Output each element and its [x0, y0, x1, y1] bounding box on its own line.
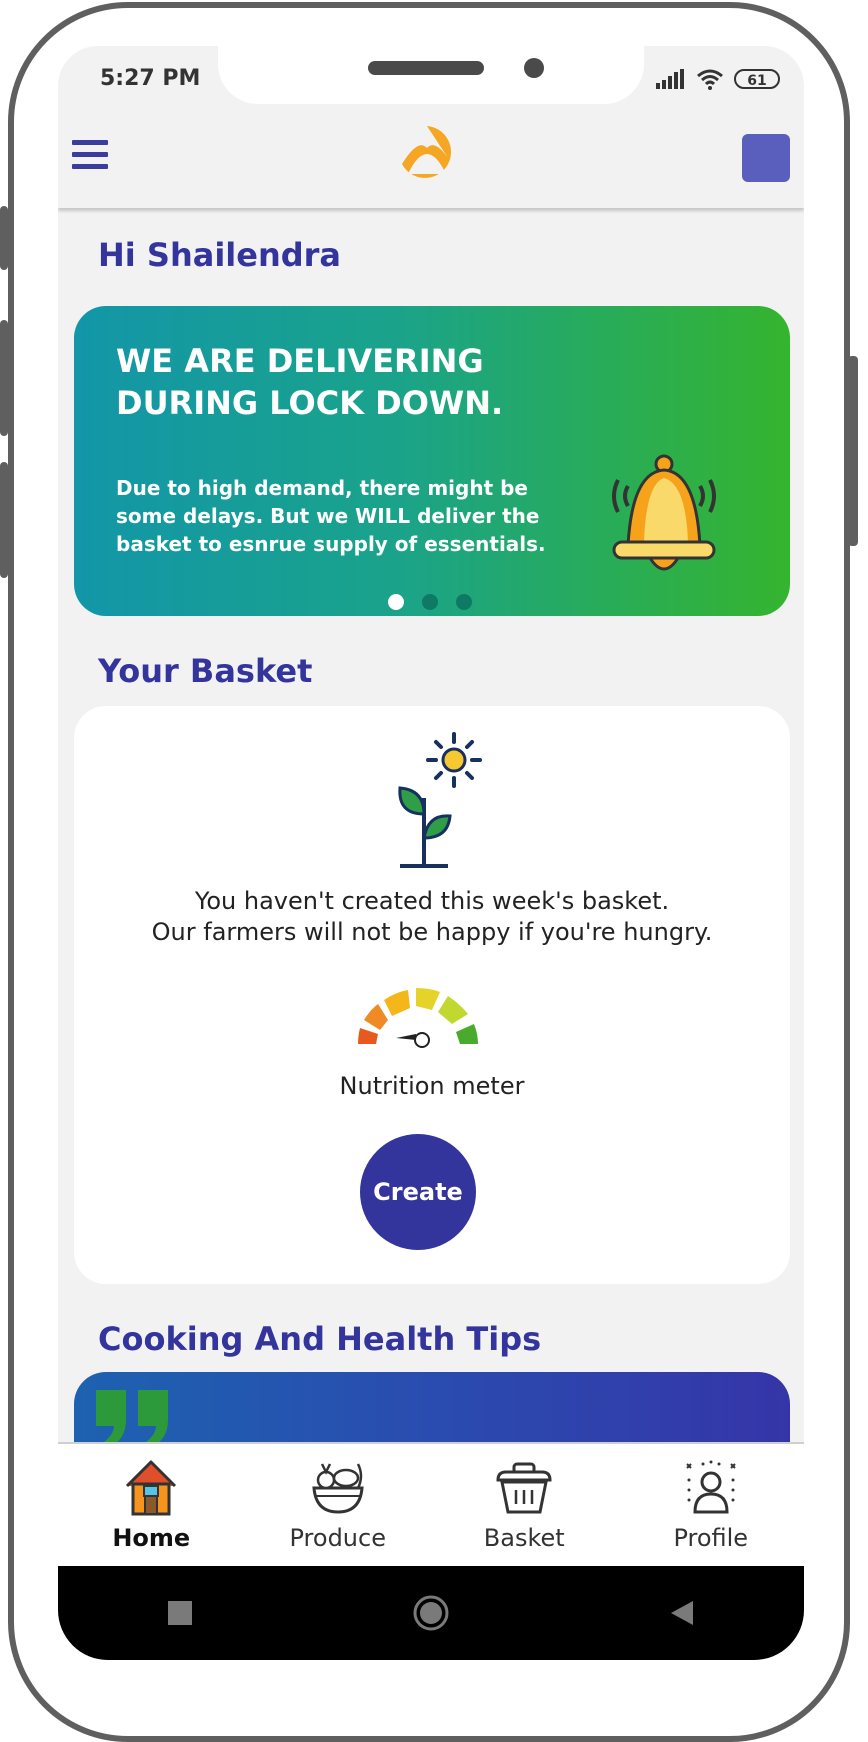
create-basket-button[interactable]: Create: [360, 1134, 476, 1250]
logo-icon: [402, 126, 452, 178]
basket-message-line1: You haven't created this week's basket.: [194, 887, 670, 915]
quote-icon: [96, 1390, 168, 1448]
front-camera: [524, 58, 544, 78]
battery-icon: 61: [734, 69, 780, 89]
carousel-dots[interactable]: [388, 594, 472, 610]
nav-home[interactable]: Home: [58, 1444, 245, 1568]
produce-basket-icon: [312, 1463, 364, 1514]
basket-message-line2: Our farmers will not be happy if you're …: [151, 918, 713, 946]
recents-icon[interactable]: [167, 1600, 193, 1626]
speaker: [368, 61, 484, 75]
profile-icon: [686, 1460, 736, 1514]
volume-button: [0, 206, 8, 270]
banner-text: Due to high demand, there might be some …: [116, 476, 546, 556]
bell-icon: [612, 454, 716, 571]
nutrition-meter-label: Nutrition meter: [339, 1072, 525, 1100]
bottom-nav: Home Produce Basket Profile: [58, 1442, 804, 1568]
basket-card: You haven't created this week's basket. …: [74, 706, 790, 1284]
signal-icon: [656, 69, 684, 89]
nav-profile[interactable]: Profile: [618, 1444, 805, 1568]
screen: 5:27 PM 61 Hi Shailendra WE ARE DELIVERI…: [58, 46, 804, 1660]
volume-button: [0, 320, 8, 436]
basket-icon: [496, 1462, 552, 1514]
nav-basket[interactable]: Basket: [431, 1444, 618, 1568]
plant-sun-icon: [398, 732, 482, 868]
nav-label-home: Home: [112, 1524, 191, 1552]
nav-label-produce: Produce: [289, 1524, 386, 1552]
status-icons: 61: [656, 68, 780, 90]
menu-icon[interactable]: [72, 140, 108, 176]
volume-button: [0, 462, 8, 578]
status-time: 5:27 PM: [100, 66, 201, 91]
carousel-dot[interactable]: [422, 594, 438, 610]
power-button: [848, 356, 858, 546]
banner-title: WE ARE DELIVERING DURING LOCK DOWN.: [116, 342, 504, 422]
app-header: [58, 106, 804, 208]
home-button-icon[interactable]: [412, 1594, 450, 1632]
wifi-icon: [697, 69, 723, 90]
announcement-banner[interactable]: WE ARE DELIVERING DURING LOCK DOWN. Due …: [74, 306, 790, 616]
basket-message: You haven't created this week's basket. …: [74, 886, 790, 948]
basket-section-title: Your Basket: [98, 652, 313, 690]
notch: [218, 46, 644, 104]
home-icon: [126, 1460, 177, 1516]
tips-section-title: Cooking And Health Tips: [98, 1320, 542, 1358]
avatar[interactable]: [742, 134, 790, 182]
nav-label-basket: Basket: [483, 1524, 565, 1552]
nutrition-meter-icon: [358, 988, 478, 1048]
nav-label-profile: Profile: [673, 1524, 749, 1552]
carousel-dot[interactable]: [456, 594, 472, 610]
system-nav-bar: [58, 1566, 804, 1660]
back-icon[interactable]: [669, 1599, 695, 1627]
carousel-dot[interactable]: [388, 594, 404, 610]
greeting: Hi Shailendra: [98, 236, 342, 274]
nav-produce[interactable]: Produce: [245, 1444, 432, 1568]
